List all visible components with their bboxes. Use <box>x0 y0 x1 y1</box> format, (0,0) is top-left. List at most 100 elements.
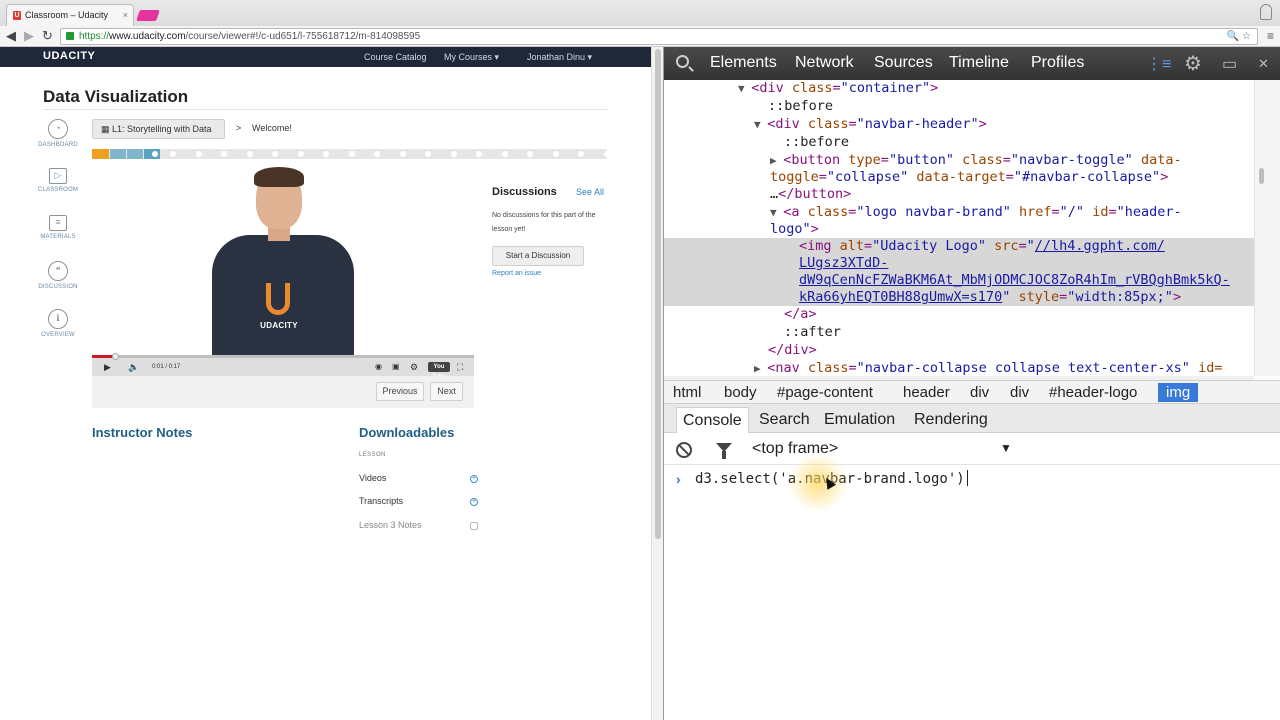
progress-step-dot[interactable] <box>527 151 533 157</box>
dom-node-img-selected[interactable]: <img alt="Udacity Logo" src="//lh4.ggpht… <box>664 238 1254 255</box>
annotations-icon[interactable]: ◉ <box>375 362 382 371</box>
dom-node-img-src[interactable]: dW9qCenNcFZWaBKM6At_MbMjODMCJOC8ZoR4hIm_… <box>664 272 1254 289</box>
forward-icon[interactable]: ▶ <box>24 28 34 44</box>
tab-profiles[interactable]: Profiles <box>1031 54 1084 72</box>
progress-step-dot[interactable] <box>297 151 304 157</box>
crumb-header[interactable]: header <box>900 383 953 402</box>
progress-step-dot[interactable] <box>272 151 278 157</box>
dom-pseudo-before[interactable]: ::before <box>664 98 1254 115</box>
console-drawer-icon[interactable]: ⋮≡ <box>1146 54 1171 74</box>
dom-node-img-src[interactable]: kRa66yhEQT0BH88gUmwX=s170" style="width:… <box>664 289 1254 306</box>
progress-segment-complete[interactable] <box>92 149 109 159</box>
url-bar[interactable]: https://www.udacity.com/course/viewer#!/… <box>60 28 1258 45</box>
progress-step-dot[interactable] <box>399 151 406 157</box>
bookmark-star-icon[interactable]: 🔍 ☆ <box>1227 29 1251 44</box>
elements-scrollbar[interactable] <box>1254 80 1280 376</box>
dom-node-button[interactable]: ▶ <button type="button" class="navbar-to… <box>664 152 1254 169</box>
tab-elements[interactable]: Elements <box>710 54 777 72</box>
download-videos-link[interactable]: Videos <box>359 473 386 483</box>
sidebar-item-dashboard[interactable]: ◔ DASHBOARD <box>36 119 80 148</box>
crumb-img[interactable]: img <box>1158 383 1199 402</box>
download-icon[interactable]: + <box>470 475 478 483</box>
nav-user-menu[interactable]: Jonathan Dinu ▾ <box>527 52 592 63</box>
see-all-link[interactable]: See All <box>576 187 604 197</box>
settings-gear-icon[interactable]: ⚙ <box>410 362 418 373</box>
captions-icon[interactable]: ▣ <box>392 362 400 371</box>
crumb-div[interactable]: div <box>967 383 992 402</box>
tab-emulation[interactable]: Emulation <box>818 407 901 433</box>
sidebar-item-classroom[interactable]: ▷ CLASSROOM <box>36 168 80 193</box>
youtube-logo-icon[interactable]: You Tube <box>428 362 450 380</box>
nav-my-courses[interactable]: My Courses ▾ <box>444 52 499 63</box>
report-issue-link[interactable]: Report an issue <box>492 270 541 277</box>
tab-search[interactable]: Search <box>753 407 816 433</box>
frame-select[interactable]: <top frame> <box>752 440 838 458</box>
gear-icon[interactable]: ⚙ <box>1184 51 1202 76</box>
reload-icon[interactable]: ↻ <box>42 28 53 44</box>
img-src-link[interactable]: LUgsz3XTdD- <box>799 255 888 271</box>
progress-step-dot[interactable] <box>374 151 380 157</box>
progress-step-dot[interactable] <box>552 151 559 157</box>
dom-node-button-close[interactable]: …</button> <box>664 186 1254 203</box>
dom-pseudo-before[interactable]: ::before <box>664 134 1254 151</box>
lesson-selector[interactable]: ▦ L1: Storytelling with Data <box>92 119 225 139</box>
crumb-html[interactable]: html <box>670 383 704 402</box>
download-icon[interactable]: + <box>470 498 478 506</box>
crumb-body[interactable]: body <box>721 383 760 402</box>
dom-node-a-logo-cont[interactable]: logo"> <box>664 221 1254 238</box>
img-src-link[interactable]: //lh4.ggpht.com/ <box>1035 238 1165 254</box>
crumb-div[interactable]: div <box>1007 383 1032 402</box>
img-src-link[interactable]: dW9qCenNcFZWaBKM6At_MbMjODMCJOC8ZoR4hIm_… <box>799 272 1230 288</box>
progress-step-dot[interactable] <box>450 151 457 157</box>
dom-node-div-close[interactable]: </div> <box>664 342 1254 359</box>
progress-step-dot[interactable] <box>425 151 431 157</box>
progress-step-dot[interactable] <box>170 151 176 157</box>
dom-node-a-close[interactable]: </a> <box>664 306 1254 323</box>
tab-rendering[interactable]: Rendering <box>908 407 994 433</box>
page-scrollbar-thumb[interactable] <box>655 49 661 539</box>
tab-console[interactable]: Console <box>676 407 749 433</box>
sidebar-item-discussion[interactable]: ❝ DISCUSSION <box>36 261 80 290</box>
download-transcripts-link[interactable]: Transcripts <box>359 496 403 506</box>
progress-step-dot[interactable] <box>348 151 355 157</box>
video-player[interactable]: UDACITY <box>92 159 474 355</box>
browser-tab[interactable]: U Classroom – Udacity × <box>6 4 134 26</box>
browser-menu-icon[interactable]: ≡ <box>1267 29 1274 43</box>
sidebar-item-overview[interactable]: ℹ OVERVIEW <box>36 309 80 338</box>
dom-node-a-logo[interactable]: ▼ <a class="logo navbar-brand" href="/" … <box>664 204 1254 221</box>
dock-icon[interactable]: ▭ <box>1222 54 1237 74</box>
next-button[interactable]: Next <box>430 382 463 401</box>
udacity-logo[interactable]: UDACITY <box>43 50 95 62</box>
clear-console-icon[interactable] <box>676 442 692 458</box>
progress-step-dot[interactable] <box>323 151 329 157</box>
play-icon[interactable]: ▶ <box>104 362 111 373</box>
elements-scrollbar-thumb[interactable] <box>1259 168 1264 184</box>
new-tab-button[interactable] <box>136 10 160 21</box>
progress-step-dot[interactable] <box>221 151 227 157</box>
start-discussion-button[interactable]: Start a Discussion <box>492 246 584 266</box>
profile-icon[interactable] <box>1260 4 1272 20</box>
video-seek-handle[interactable] <box>111 353 119 360</box>
download-notes-link[interactable]: Lesson 3 Notes <box>359 520 422 530</box>
progress-step-dot[interactable] <box>501 151 508 157</box>
chevron-down-icon[interactable]: ▼ <box>1000 441 1012 455</box>
dom-node-img-src[interactable]: LUgsz3XTdD- <box>664 255 1254 272</box>
filter-icon[interactable] <box>716 443 732 459</box>
back-icon[interactable]: ◀ <box>6 28 16 44</box>
progress-step-dot[interactable] <box>578 151 584 157</box>
page-scrollbar[interactable] <box>651 47 663 720</box>
dom-node-navbar-header[interactable]: ▼ <div class="navbar-header"> <box>664 116 1254 133</box>
progress-step-dot[interactable] <box>629 151 635 157</box>
close-icon[interactable]: ✕ <box>1258 56 1269 72</box>
sidebar-item-materials[interactable]: ≡ MATERIALS <box>36 215 80 240</box>
tab-sources[interactable]: Sources <box>874 54 933 72</box>
dom-pseudo-after[interactable]: ::after <box>664 324 1254 341</box>
inspect-search-icon[interactable] <box>676 55 689 68</box>
progress-segment-viewed[interactable] <box>110 149 126 159</box>
progress-step-dot[interactable] <box>603 151 610 157</box>
fullscreen-icon[interactable]: ⛶ <box>457 362 463 373</box>
img-src-link[interactable]: kRa66yhEQT0BH88gUmwX=s170 <box>799 289 1002 305</box>
console-input[interactable]: › d3.select('a.navbar-brand.logo') <box>664 465 1280 495</box>
dom-node-button-cont[interactable]: toggle="collapse" data-target="#navbar-c… <box>664 169 1254 186</box>
nav-course-catalog[interactable]: Course Catalog <box>364 52 427 62</box>
